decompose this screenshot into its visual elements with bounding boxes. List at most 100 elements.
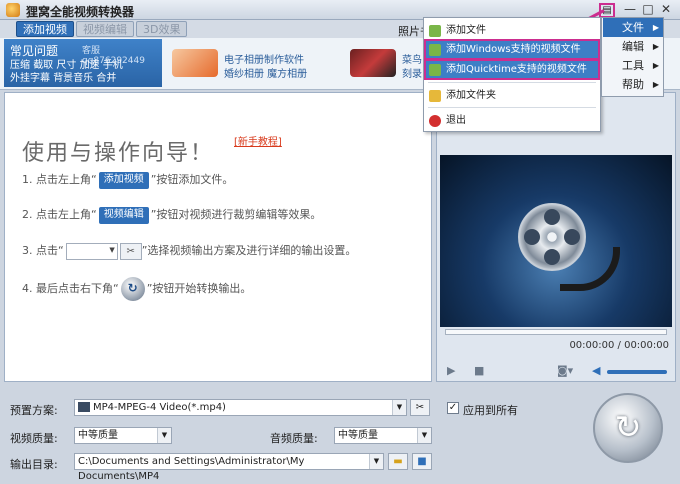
window-title: 狸窝全能视频转换器	[26, 5, 135, 19]
menu-help-label: 帮助	[622, 78, 644, 91]
video-preview	[440, 155, 672, 327]
step1-prefix: 1. 点击左上角“	[22, 173, 97, 186]
video-quality-select[interactable]: 中等质量 ▼	[74, 427, 172, 444]
main-menu: 文件 ▶ 编辑 ▶ 工具 ▶ 帮助 ▶	[601, 17, 664, 97]
chevron-right-icon: ▶	[652, 23, 659, 32]
menu-separator	[428, 82, 596, 83]
file-context-menu: 添加文件 添加Windows支持的视频文件 添加Quicktime支持的视频文件…	[423, 17, 601, 132]
add-file-icon	[429, 64, 441, 76]
tutorial-link[interactable]: [新手教程]	[234, 133, 282, 148]
output-dir-select[interactable]: C:\Documents and Settings\Administrator\…	[74, 453, 384, 482]
menu-add-file-label: 添加文件	[446, 25, 486, 36]
step3-settings-icon[interactable]: ✂	[119, 242, 142, 260]
faq-link-speed[interactable]: 加速	[80, 60, 100, 71]
faq-link-trim[interactable]: 截取	[33, 60, 53, 71]
3d-effect-button[interactable]: 3D效果	[136, 21, 188, 37]
step3-prefix: 3. 点击“	[22, 244, 64, 257]
step4-suffix: ”按钮开始转换输出。	[146, 282, 252, 295]
burn-ad-icon[interactable]	[350, 49, 396, 77]
maximize-button[interactable]: □	[640, 2, 656, 17]
chevron-down-icon: ▼	[417, 428, 431, 443]
step3-suffix: ”选择视频输出方案及进行详细的输出设置。	[141, 244, 357, 257]
guide-step-4: 4. 最后点击右下角“ ↻ ”按钮开始转换输出。	[22, 277, 251, 301]
faq-link-music[interactable]: 背景音乐	[53, 73, 93, 84]
chevron-down-icon: ▼	[392, 400, 406, 415]
minimize-button[interactable]: —	[622, 2, 638, 17]
ad-album-line1[interactable]: 电子相册制作软件	[224, 51, 304, 66]
step1-add-video-button[interactable]: 添加视频	[98, 171, 149, 189]
video-quality-value: 中等质量	[78, 430, 118, 441]
seek-bar[interactable]	[445, 329, 667, 335]
chevron-right-icon: ▶	[652, 42, 659, 51]
add-video-button[interactable]: 添加视频	[16, 21, 74, 37]
mp4-icon	[78, 402, 90, 412]
menu-file[interactable]: 文件 ▶	[603, 18, 663, 37]
add-file-icon	[429, 25, 441, 37]
menu-tools-label: 工具	[622, 59, 644, 72]
faq-link-merge[interactable]: 合并	[96, 73, 116, 84]
browse-folder-icon[interactable]: ▬	[388, 453, 408, 470]
step4-prefix: 4. 最后点击右下角“	[22, 282, 119, 295]
audio-quality-select[interactable]: 中等质量 ▼	[334, 427, 432, 444]
ad-burn-line1[interactable]: 菜鸟	[402, 51, 422, 66]
menu-file-label: 文件	[622, 21, 644, 34]
preview-panel: 00:00:00 / 00:00:00 ▶ ■ ◙▾ ◀	[436, 92, 676, 382]
audio-quality-value: 中等质量	[338, 430, 378, 441]
play-icon[interactable]: ▶	[447, 364, 455, 377]
faq-link-size[interactable]: 尺寸	[56, 60, 76, 71]
photo-album-ad-icon[interactable]	[172, 49, 218, 77]
faq-title[interactable]: 常见问题	[10, 42, 58, 59]
convert-button[interactable]: ↻	[593, 393, 663, 463]
output-dir-label: 输出目录:	[10, 458, 58, 471]
menu-add-quicktime-label: 添加Quicktime支持的视频文件	[446, 64, 587, 75]
menu-add-folder-label: 添加文件夹	[446, 90, 496, 101]
menu-help[interactable]: 帮助 ▶	[603, 75, 663, 94]
guide-panel: 使用与操作向导！ [新手教程] 1. 点击左上角“ 添加视频 ”按钮添加文件。 2.…	[4, 92, 432, 382]
step2-suffix: ”按钮对视频进行裁剪编辑等效果。	[150, 208, 322, 221]
guide-step-1: 1. 点击左上角“ 添加视频 ”按钮添加文件。	[22, 171, 233, 189]
video-edit-button[interactable]: 视频编辑	[76, 21, 134, 37]
exit-icon	[429, 115, 441, 127]
snapshot-icon[interactable]: ◙▾	[557, 364, 573, 377]
video-quality-label: 视频质量:	[10, 432, 58, 445]
ad-burn-line2[interactable]: 刻录	[402, 65, 422, 80]
menu-tools[interactable]: 工具 ▶	[603, 56, 663, 75]
faq-panel: 常见问题 客服qq876292449 压缩 截取 尺寸 加速 手机 外挂字幕 背…	[4, 39, 162, 87]
apply-all-label: 应用到所有	[463, 404, 518, 417]
faq-link-subtitle[interactable]: 外挂字幕	[10, 73, 50, 84]
add-file-icon	[429, 44, 441, 56]
ad-album-line2[interactable]: 婚纱相册 魔方相册	[224, 65, 307, 80]
step3-preset-combo[interactable]	[65, 242, 118, 260]
menu-exit[interactable]: 退出	[425, 111, 599, 130]
app-icon	[6, 3, 20, 17]
faq-link-phone[interactable]: 手机	[103, 60, 123, 71]
guide-step-3: 3. 点击“ ✂”选择视频输出方案及进行详细的输出设置。	[22, 242, 356, 260]
menu-add-file[interactable]: 添加文件	[425, 21, 599, 40]
menu-add-windows-label: 添加Windows支持的视频文件	[446, 44, 581, 55]
menu-add-quicktime-video[interactable]: 添加Quicktime支持的视频文件	[424, 59, 600, 80]
step2-video-edit-button[interactable]: 视频编辑	[98, 206, 149, 224]
guide-title: 使用与操作向导！	[22, 141, 215, 166]
chevron-right-icon: ▶	[652, 80, 659, 89]
folder-icon	[429, 90, 441, 102]
apply-all-checkbox[interactable]: ✓	[447, 402, 459, 414]
faq-link-compress[interactable]: 压缩	[10, 60, 30, 71]
audio-quality-label: 音频质量:	[270, 432, 318, 445]
menu-edit[interactable]: 编辑 ▶	[603, 37, 663, 56]
volume-icon[interactable]: ◀	[592, 364, 600, 377]
stop-icon[interactable]: ■	[474, 364, 484, 377]
preset-label: 预置方案:	[10, 404, 58, 417]
menu-add-windows-video[interactable]: 添加Windows支持的视频文件	[424, 39, 600, 60]
menu-edit-label: 编辑	[622, 40, 644, 53]
volume-slider[interactable]	[607, 370, 667, 374]
preset-select[interactable]: MP4-MPEG-4 Video(*.mp4) ▼	[74, 399, 407, 416]
chevron-down-icon: ▼	[157, 428, 171, 443]
menu-add-folder[interactable]: 添加文件夹	[425, 86, 599, 105]
menu-separator	[428, 107, 596, 108]
chevron-right-icon: ▶	[652, 61, 659, 70]
preset-settings-button[interactable]: ✂	[410, 399, 430, 416]
close-button[interactable]: ✕	[658, 2, 674, 17]
open-folder-icon[interactable]: ■	[412, 453, 432, 470]
step4-convert-icon[interactable]: ↻	[120, 277, 145, 301]
step1-suffix: ”按钮添加文件。	[150, 173, 234, 186]
